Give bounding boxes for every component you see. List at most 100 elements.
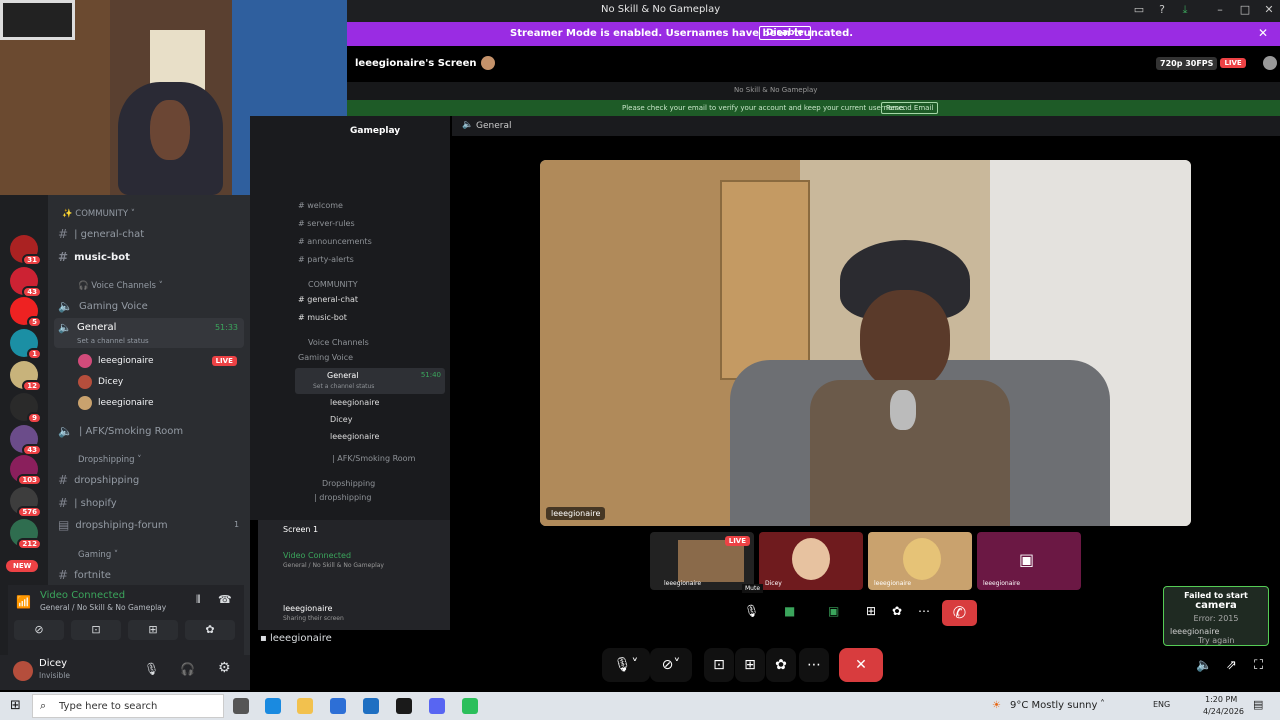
screenshare-button[interactable]: ⊡ — [704, 648, 734, 682]
category-gaming[interactable]: Gaming ˅ — [78, 550, 118, 560]
clock-date[interactable]: 4/24/2026 — [1203, 707, 1244, 716]
channel-fortnite[interactable]: # fortnite — [58, 568, 111, 582]
discord-icon[interactable] — [429, 698, 445, 714]
tile-dicey[interactable]: Dicey — [759, 532, 863, 590]
search-box[interactable]: ⌕ Type here to search — [32, 694, 224, 718]
main-video[interactable]: leeegionaire — [540, 160, 1191, 526]
tile-user[interactable]: leeegionaire — [868, 532, 972, 590]
weather-text[interactable]: 9°C Mostly sunny — [1010, 700, 1097, 711]
server-icon[interactable]: 1 — [10, 329, 42, 360]
screenshare-button[interactable]: ⊡ — [71, 620, 121, 640]
channel-forum[interactable]: ▤ dropshiping-forum — [58, 518, 168, 532]
tile-screen[interactable]: LIVE leeegionaire — [650, 532, 754, 590]
more-button[interactable]: ⋯ — [799, 648, 829, 682]
inner-channel[interactable]: # announcements — [298, 237, 372, 246]
chat-icon[interactable] — [1262, 56, 1277, 70]
task-view-icon[interactable] — [233, 698, 249, 714]
mic-icon[interactable]: 🎙 — [744, 604, 759, 618]
activities-button[interactable]: ⊞ — [735, 648, 765, 682]
inbox-icon[interactable]: ▭ — [1129, 3, 1149, 16]
inner-channel[interactable]: # server-rules — [298, 219, 355, 228]
minimize-button[interactable]: – — [1210, 3, 1230, 16]
channel-music-bot[interactable]: # music-bot — [58, 250, 130, 264]
voice-user[interactable]: leeegionaire LIVE — [78, 354, 237, 368]
help-icon[interactable]: ? — [1152, 3, 1172, 16]
activities-icon[interactable]: ⊞ — [866, 604, 876, 618]
server-icon[interactable]: 576 — [10, 487, 42, 518]
soundboard-button[interactable]: ✿ — [185, 620, 235, 640]
soundboard-button[interactable]: ✿ — [766, 648, 796, 682]
headphones-icon[interactable]: 🎧 — [180, 662, 195, 676]
server-icon[interactable]: 31 — [10, 235, 42, 266]
terminal-icon[interactable] — [396, 698, 412, 714]
volume-icon[interactable]: 🔈 — [1196, 658, 1212, 673]
windows-icon[interactable]: ⊞ — [10, 698, 21, 713]
inner-channel[interactable]: Gaming Voice — [298, 353, 353, 362]
popout-icon[interactable]: ⇗ — [1226, 658, 1237, 673]
camera-icon[interactable]: ■ — [784, 604, 795, 618]
explorer-icon[interactable] — [297, 698, 313, 714]
close-icon[interactable]: ✕ — [1258, 26, 1268, 40]
category-dropshipping[interactable]: Dropshipping ˅ — [78, 455, 142, 465]
inner-channel[interactable]: # welcome — [298, 201, 343, 210]
language-indicator[interactable]: ENG — [1153, 700, 1170, 709]
screenshare-icon[interactable]: ▣ — [828, 604, 839, 618]
edge-icon[interactable] — [265, 698, 281, 714]
clock-time[interactable]: 1:20 PM — [1205, 695, 1237, 704]
server-icon[interactable]: 9 — [10, 393, 42, 424]
inner-channel[interactable]: # party-alerts — [298, 255, 354, 264]
channel-gaming-voice[interactable]: 🔈 Gaming Voice — [58, 299, 148, 313]
disable-button[interactable]: Disable — [759, 26, 811, 40]
fullscreen-icon[interactable]: ⛶ — [1254, 658, 1263, 673]
tile-camera-off[interactable]: ▣ leeegionaire — [977, 532, 1081, 590]
server-icon[interactable]: 212 — [10, 519, 42, 550]
inner-user[interactable]: Dicey — [330, 415, 352, 424]
maximize-button[interactable]: □ — [1235, 3, 1255, 16]
store-icon[interactable] — [330, 698, 346, 714]
server-icon[interactable]: 43 — [10, 267, 42, 298]
inner-channel[interactable]: # music-bot — [298, 313, 347, 322]
close-button[interactable]: ✕ — [1259, 3, 1279, 16]
notification-icon[interactable]: ▤ — [1253, 698, 1263, 711]
mic-icon[interactable]: 🎙 — [144, 662, 159, 676]
inner-channel[interactable]: | dropshipping — [314, 493, 371, 502]
category-voice[interactable]: 🎧 Voice Channels ˅ — [78, 281, 163, 291]
server-icon[interactable]: 12 — [10, 361, 42, 392]
channel-shopify[interactable]: # | shopify — [58, 496, 117, 510]
camera-off-button[interactable]: ⊘ — [14, 620, 64, 640]
inner-channel[interactable]: | AFK/Smoking Room — [332, 454, 415, 463]
server-icon[interactable]: 43 — [10, 425, 42, 456]
channel-general-selected[interactable]: 🔈 General 51:33 Set a channel status — [54, 318, 244, 348]
resend-button[interactable]: Resend Email — [881, 102, 939, 114]
disconnect-button[interactable]: ✆ — [942, 600, 977, 626]
camera-button[interactable]: ⊘˅ — [650, 648, 692, 682]
more-icon[interactable]: ⋯ — [918, 604, 930, 618]
tray-chevron-icon[interactable]: ˄ — [1100, 699, 1105, 710]
voice-user[interactable]: Dicey — [78, 375, 123, 389]
noise-suppression-icon[interactable]: ⫴ — [196, 593, 201, 607]
channel-status[interactable]: Set a channel status — [77, 337, 149, 345]
channel-dropshipping[interactable]: # dropshipping — [58, 473, 139, 487]
server-icon[interactable]: 103 — [10, 455, 42, 486]
signal-icon[interactable]: 📶 — [16, 595, 31, 609]
channel-afk[interactable]: 🔈 | AFK/Smoking Room — [58, 424, 183, 438]
inner-user[interactable]: leeegionaire — [330, 398, 379, 407]
gear-icon[interactable]: ⚙ — [218, 660, 231, 676]
voice-user[interactable]: leeegionaire — [78, 396, 154, 410]
server-icon[interactable]: 5 — [10, 297, 42, 328]
category-community[interactable]: ✨ COMMUNITY ˅ — [62, 209, 135, 219]
inner-channel[interactable]: # general-chat — [298, 295, 358, 304]
channel-general-chat[interactable]: # | general-chat — [58, 227, 144, 241]
download-icon[interactable]: ⤓ — [1175, 3, 1195, 17]
inner-user[interactable]: leeegionaire — [330, 432, 379, 441]
avatar[interactable] — [13, 661, 33, 681]
mic-button[interactable]: 🎙˅ — [602, 648, 650, 682]
outlook-icon[interactable] — [363, 698, 379, 714]
inner-general-selected[interactable]: General 51:40 Set a channel status — [295, 368, 445, 394]
app-icon[interactable] — [462, 698, 478, 714]
disconnect-icon[interactable]: ☎ — [218, 593, 232, 606]
activities-button[interactable]: ⊞ — [128, 620, 178, 640]
toast-retry[interactable]: Try again — [1164, 636, 1268, 645]
leave-call-button[interactable]: ✕ — [839, 648, 883, 682]
soundboard-icon[interactable]: ✿ — [892, 604, 902, 618]
